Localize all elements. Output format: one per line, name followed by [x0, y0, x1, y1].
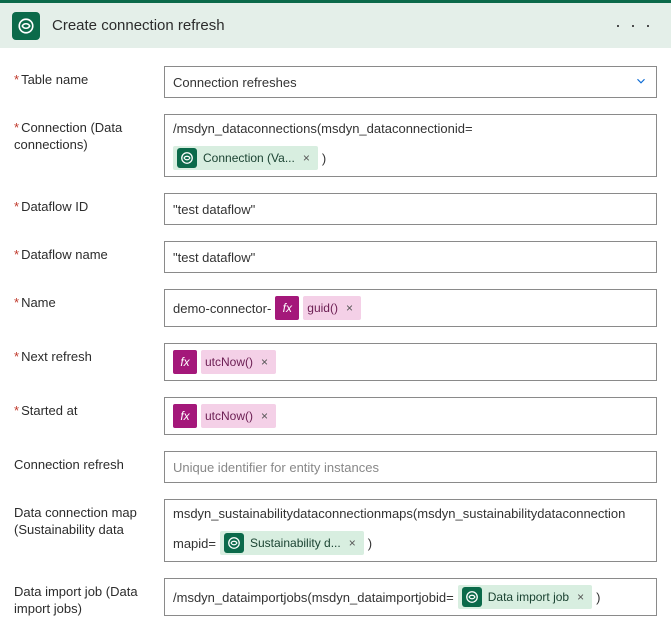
connector-logo-icon — [12, 12, 40, 40]
label-data-import-job: Data import job (Data import jobs) — [14, 578, 164, 618]
dataflow-id-field[interactable]: "test dataflow" — [164, 193, 657, 225]
connection-prefix: /msdyn_dataconnections(msdyn_dataconnect… — [173, 121, 473, 136]
data-connection-map-field[interactable]: msdyn_sustainabilitydataconnectionmaps(m… — [164, 499, 657, 562]
connection-refresh-placeholder: Unique identifier for entity instances — [173, 460, 379, 475]
row-connection: Connection (Data connections) /msdyn_dat… — [14, 114, 657, 177]
row-started-at: Started at fx utcNow() × — [14, 397, 657, 435]
connection-field[interactable]: /msdyn_dataconnections(msdyn_dataconnect… — [164, 114, 657, 177]
table-name-select[interactable]: Connection refreshes — [164, 66, 657, 98]
data-map-prefix: mapid= — [173, 536, 216, 551]
remove-token-button[interactable]: × — [259, 409, 270, 423]
guid-token[interactable]: guid() × — [303, 296, 361, 320]
remove-token-button[interactable]: × — [344, 301, 355, 315]
data-import-token[interactable]: Data import job × — [458, 585, 592, 609]
label-data-connection-map: Data connection map (Sustainability data — [14, 499, 164, 539]
dataflow-name-value: "test dataflow" — [173, 250, 255, 265]
utcnow-token[interactable]: utcNow() × — [201, 404, 276, 428]
sustainability-token-label: Sustainability d... — [250, 536, 341, 550]
label-table-name: Table name — [14, 66, 164, 89]
label-started-at: Started at — [14, 397, 164, 420]
row-dataflow-id: Dataflow ID "test dataflow" — [14, 193, 657, 225]
row-data-import-job: Data import job (Data import jobs) /msdy… — [14, 578, 657, 618]
row-dataflow-name: Dataflow name "test dataflow" — [14, 241, 657, 273]
connection-suffix: ) — [322, 151, 326, 166]
name-field[interactable]: demo-connector- fx guid() × — [164, 289, 657, 327]
label-dataflow-name: Dataflow name — [14, 241, 164, 264]
label-next-refresh: Next refresh — [14, 343, 164, 366]
row-connection-refresh: Connection refresh Unique identifier for… — [14, 451, 657, 483]
data-map-suffix: ) — [368, 536, 372, 551]
guid-token-label: guid() — [307, 301, 338, 315]
label-connection-refresh: Connection refresh — [14, 451, 164, 474]
row-data-connection-map: Data connection map (Sustainability data… — [14, 499, 657, 562]
remove-token-button[interactable]: × — [575, 590, 586, 604]
connection-refresh-field[interactable]: Unique identifier for entity instances — [164, 451, 657, 483]
utcnow-token[interactable]: utcNow() × — [201, 350, 276, 374]
connector-logo-icon — [462, 587, 482, 607]
label-dataflow-id: Dataflow ID — [14, 193, 164, 216]
data-import-job-field[interactable]: /msdyn_dataimportjobs(msdyn_dataimportjo… — [164, 578, 657, 616]
remove-token-button[interactable]: × — [301, 151, 312, 165]
connection-token[interactable]: Connection (Va... × — [173, 146, 318, 170]
data-import-suffix: ) — [596, 590, 600, 605]
connector-logo-icon — [224, 533, 244, 553]
connector-logo-icon — [177, 148, 197, 168]
data-import-prefix: /msdyn_dataimportjobs(msdyn_dataimportjo… — [173, 590, 454, 605]
sustainability-token[interactable]: Sustainability d... × — [220, 531, 364, 555]
data-import-token-label: Data import job — [488, 590, 569, 604]
name-prefix: demo-connector- — [173, 301, 271, 316]
remove-token-button[interactable]: × — [347, 536, 358, 550]
fx-icon: fx — [275, 296, 299, 320]
row-table-name: Table name Connection refreshes — [14, 66, 657, 98]
dataflow-name-field[interactable]: "test dataflow" — [164, 241, 657, 273]
row-name: Name demo-connector- fx guid() × — [14, 289, 657, 327]
next-refresh-field[interactable]: fx utcNow() × — [164, 343, 657, 381]
dataflow-id-value: "test dataflow" — [173, 202, 255, 217]
chevron-down-icon — [634, 74, 648, 91]
panel-header: Create connection refresh · · · — [0, 0, 671, 48]
fx-icon: fx — [173, 404, 197, 428]
utcnow-token-label: utcNow() — [205, 409, 253, 423]
started-at-field[interactable]: fx utcNow() × — [164, 397, 657, 435]
form-body: Table name Connection refreshes Connecti… — [0, 48, 671, 628]
row-next-refresh: Next refresh fx utcNow() × — [14, 343, 657, 381]
panel-title: Create connection refresh — [52, 17, 609, 34]
remove-token-button[interactable]: × — [259, 355, 270, 369]
table-name-value: Connection refreshes — [173, 75, 297, 90]
fx-icon: fx — [173, 350, 197, 374]
label-name: Name — [14, 289, 164, 312]
data-map-line1: msdyn_sustainabilitydataconnectionmaps(m… — [173, 506, 625, 521]
label-connection: Connection (Data connections) — [14, 114, 164, 154]
more-options-button[interactable]: · · · — [609, 15, 659, 36]
connection-token-label: Connection (Va... — [203, 151, 295, 165]
utcnow-token-label: utcNow() — [205, 355, 253, 369]
